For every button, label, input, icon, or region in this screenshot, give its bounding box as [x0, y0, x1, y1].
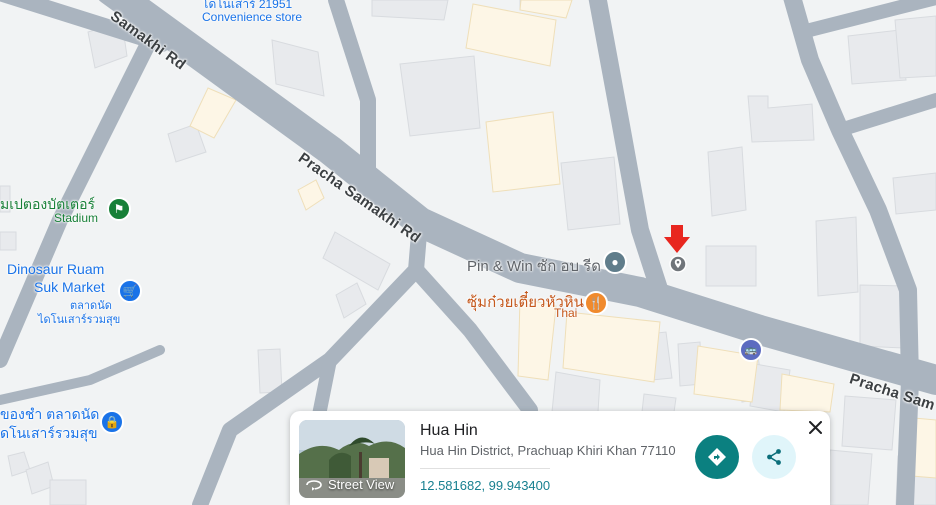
poi-market-line1[interactable]: Dinosaur Ruam — [7, 261, 104, 277]
close-icon — [808, 420, 822, 434]
shopping-cart-icon[interactable]: 🛒 — [118, 279, 142, 303]
poi-bottom-left-line2[interactable]: ดโนเสาร์รวมสุข — [0, 423, 98, 445]
street-view-thumbnail[interactable]: Street View — [299, 420, 405, 498]
place-title: Hua Hin — [420, 422, 478, 439]
red-arrow-marker-icon — [664, 225, 690, 253]
close-button[interactable] — [805, 417, 825, 437]
directions-icon — [708, 448, 726, 466]
restaurant-icon[interactable]: 🍴 — [584, 291, 608, 315]
shopping-bag-icon[interactable]: 🔒 — [100, 410, 124, 434]
poi-market-th2: ไดโนเสาร์รวมสุข — [38, 314, 121, 326]
bus-stop-icon[interactable]: 🚌 — [739, 338, 763, 362]
street-view-label: Street View — [305, 477, 394, 492]
share-icon — [767, 449, 781, 465]
street-view-icon — [306, 479, 322, 491]
poi-market-line2[interactable]: Suk Market — [34, 279, 105, 295]
poi-restaurant-type: Thai — [554, 306, 578, 320]
poi-convenience-store-label[interactable]: โดโนเสาร์ 21951 Convenience store — [202, 0, 302, 24]
street-view-text: Street View — [328, 477, 395, 492]
share-button[interactable] — [752, 435, 796, 479]
card-divider — [420, 468, 550, 469]
location-pin-icon[interactable] — [669, 255, 687, 273]
place-info-card: Street View Hua Hin Hua Hin District, Pr… — [290, 411, 830, 505]
stadium-icon[interactable]: ⚑ — [107, 197, 131, 221]
directions-button[interactable] — [695, 435, 739, 479]
poi-stadium-type: Stadium — [54, 211, 99, 225]
coordinates-link[interactable]: 12.581682, 99.943400 — [420, 478, 550, 493]
place-address: Hua Hin District, Prachuap Khiri Khan 77… — [420, 443, 676, 458]
laundry-pin-icon[interactable]: ● — [603, 250, 627, 274]
poi-pin-win-label[interactable]: Pin & Win ซัก อบ รีด — [467, 254, 601, 278]
